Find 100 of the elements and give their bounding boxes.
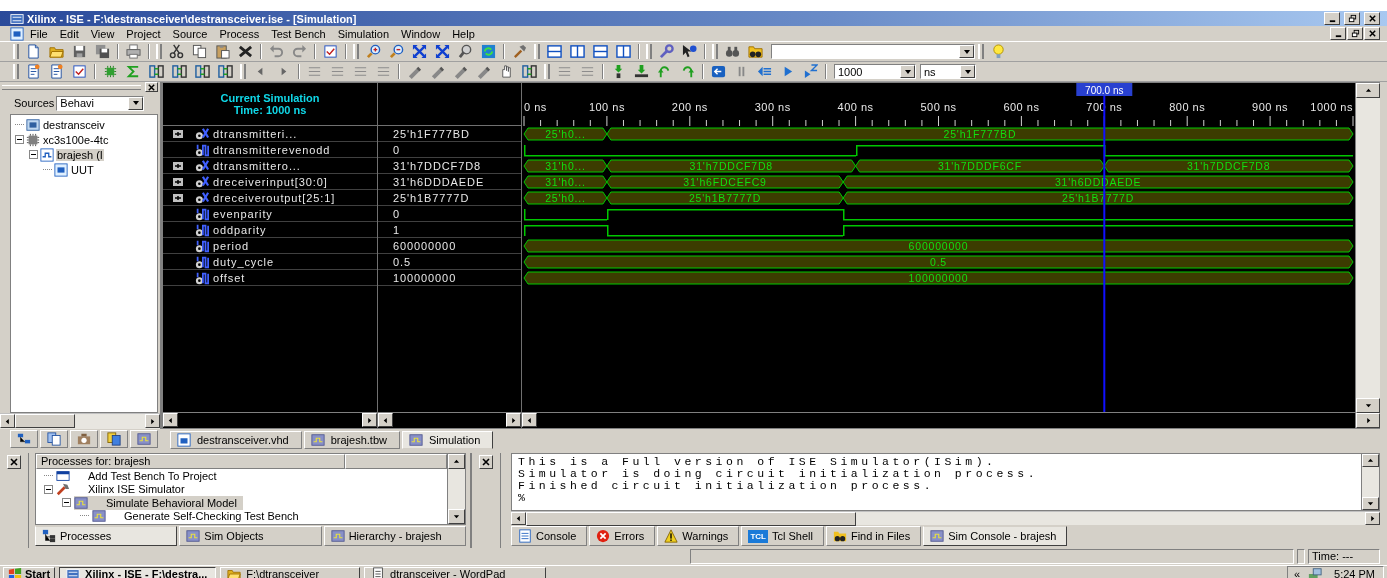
- tree-item[interactable]: Simulate Behavioral Model: [74, 495, 243, 510]
- horizontal-scrollbar[interactable]: [522, 412, 1355, 428]
- search-combo-box[interactable]: [771, 44, 975, 59]
- signal-name[interactable]: dreceiveroutput[25:1]: [213, 191, 336, 204]
- copy-icon[interactable]: [40, 430, 68, 448]
- panel-tab[interactable]: Sim Objects: [179, 526, 322, 546]
- tree-item[interactable]: destransceiv: [42, 118, 106, 131]
- toolbar-grip[interactable]: [534, 44, 540, 59]
- vertical-scrollbar[interactable]: [1361, 454, 1379, 510]
- waveform-icon: [930, 529, 945, 543]
- signal-name[interactable]: dtransmitteri...: [213, 127, 298, 140]
- menu-item[interactable]: Test Bench: [265, 27, 332, 40]
- close-icon[interactable]: [7, 455, 21, 469]
- menu-item[interactable]: Help: [446, 27, 481, 40]
- menu-item[interactable]: Source: [166, 27, 214, 40]
- toolbar-grip[interactable]: [240, 64, 246, 79]
- signal-name[interactable]: dtransmittero...: [213, 159, 301, 172]
- toolbar-grip[interactable]: [712, 44, 718, 59]
- collapse-icon[interactable]: [15, 135, 24, 144]
- tree-item[interactable]: Generate Self-Checking Test Bench: [92, 509, 305, 524]
- signal-name[interactable]: offset: [213, 271, 246, 284]
- network-icon[interactable]: [1308, 566, 1323, 578]
- signal-name[interactable]: duty_cycle: [213, 255, 274, 268]
- toolbar-grip[interactable]: [156, 44, 162, 59]
- close-button[interactable]: [1364, 27, 1380, 40]
- console-tab[interactable]: TCL Tcl Shell: [741, 526, 824, 546]
- expand-icon[interactable]: [173, 176, 183, 187]
- start-button[interactable]: Start: [3, 566, 56, 578]
- console-tab[interactable]: Sim Console - brajesh: [923, 526, 1068, 546]
- console-tab[interactable]: Console: [511, 526, 588, 546]
- horizontal-scrollbar[interactable]: [163, 412, 377, 428]
- tree-item[interactable]: brajesh (I: [56, 148, 104, 161]
- vertical-scrollbar[interactable]: [1355, 83, 1380, 428]
- panel-tab[interactable]: Hierarchy - brajesh: [323, 526, 466, 546]
- menu-item[interactable]: Project: [120, 27, 167, 40]
- waveform-icon[interactable]: [130, 430, 158, 448]
- expand-icon[interactable]: [173, 128, 183, 139]
- horizontal-scrollbar[interactable]: [378, 412, 521, 428]
- bus-value-label: 31'h0...: [545, 160, 586, 172]
- menu-item[interactable]: Window: [395, 27, 447, 40]
- scrollbar-thumb[interactable]: [526, 512, 856, 526]
- hierarchy-icon[interactable]: [10, 430, 38, 448]
- signal-name[interactable]: oddparity: [213, 223, 267, 236]
- menu-item[interactable]: Process: [213, 27, 266, 40]
- signal-value: 25'h1F777BD: [393, 127, 470, 140]
- taskbar-button[interactable]: Xilinx - ISE - F:\destra...: [59, 566, 217, 578]
- console-tab[interactable]: Find in Files: [825, 526, 922, 546]
- panel-tab[interactable]: Processes: [35, 526, 178, 546]
- console-tab[interactable]: Errors: [589, 526, 656, 546]
- signal-name[interactable]: dreceiverinput[30:0]: [213, 175, 328, 188]
- editor-tab[interactable]: brajesh.tbw: [303, 431, 400, 449]
- toolbar-grip[interactable]: [353, 44, 359, 59]
- tray-expand-button[interactable]: «: [1291, 567, 1303, 578]
- horizontal-scrollbar[interactable]: [0, 413, 160, 429]
- menu-item[interactable]: View: [84, 27, 121, 40]
- scrollbar-thumb[interactable]: [15, 414, 75, 428]
- collapse-icon[interactable]: [62, 498, 71, 508]
- vertical-scrollbar[interactable]: [447, 454, 465, 524]
- minimize-button[interactable]: [1330, 27, 1346, 40]
- toolbar-grip[interactable]: [978, 44, 984, 59]
- editor-tab[interactable]: Simulation: [402, 431, 494, 449]
- close-panel-button[interactable]: [145, 82, 158, 92]
- menu-item[interactable]: File: [24, 27, 54, 40]
- time-tick-label: 500 ns: [920, 101, 957, 113]
- minimize-button[interactable]: [1324, 12, 1340, 25]
- waveform-icon: [186, 529, 201, 543]
- toolbar-grip[interactable]: [13, 64, 19, 79]
- close-button[interactable]: [1364, 12, 1380, 25]
- tree-item[interactable]: xc3s100e-4tc: [42, 133, 110, 146]
- scroll-right-icon: [1364, 417, 1372, 424]
- signal-name[interactable]: evenparity: [213, 207, 273, 220]
- sources-view-combo-box[interactable]: Behavi: [56, 95, 145, 111]
- horizontal-scrollbar[interactable]: [511, 511, 1380, 525]
- run-time-combo-box[interactable]: 1000: [834, 64, 916, 79]
- taskbar-button[interactable]: F:\dtransceiver: [220, 566, 361, 578]
- restore-button[interactable]: [1344, 12, 1360, 25]
- menu-item[interactable]: Simulation: [331, 27, 395, 40]
- restore-button[interactable]: [1347, 27, 1363, 40]
- toolbar-grip[interactable]: [544, 64, 550, 79]
- documents-icon[interactable]: [100, 430, 128, 448]
- tree-item[interactable]: Xilinx ISE Simulator: [56, 482, 191, 497]
- signal-name[interactable]: period: [213, 239, 249, 252]
- camera-icon[interactable]: [70, 430, 98, 448]
- signal-name[interactable]: dtransmitterevenodd: [213, 143, 331, 156]
- expand-icon[interactable]: [173, 192, 183, 203]
- console-tab[interactable]: Warnings: [657, 526, 740, 546]
- close-icon[interactable]: [479, 455, 493, 469]
- time-tick-label: 1000 ns: [1310, 101, 1353, 113]
- tree-item[interactable]: Add Test Bench To Project: [56, 468, 223, 483]
- tree-item[interactable]: UUT: [70, 163, 95, 176]
- expand-icon[interactable]: [173, 160, 183, 171]
- editor-tab[interactable]: destransceiver.vhd: [170, 431, 302, 449]
- toolbar-grip[interactable]: [646, 44, 652, 59]
- document-window-icon[interactable]: [10, 26, 24, 41]
- collapse-icon[interactable]: [29, 150, 38, 159]
- menu-item[interactable]: Edit: [53, 27, 85, 40]
- taskbar-button[interactable]: dtransceiver - WordPad: [364, 566, 547, 578]
- time-unit-combo-box[interactable]: ns: [920, 64, 976, 79]
- toolbar-grip[interactable]: [13, 44, 19, 59]
- collapse-icon[interactable]: [44, 484, 53, 494]
